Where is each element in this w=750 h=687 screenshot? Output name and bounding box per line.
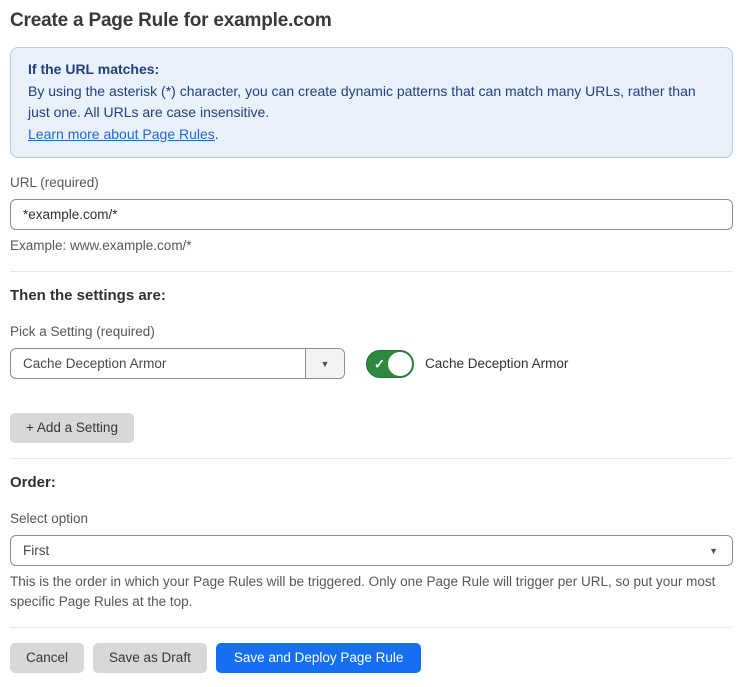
- chevron-down-icon: ▼: [321, 359, 330, 369]
- chevron-down-icon: ▼: [709, 536, 732, 565]
- setting-row: Cache Deception Armor ▼ ✓ Cache Deceptio…: [10, 348, 733, 379]
- divider: [10, 627, 733, 628]
- order-select-label: Select option: [10, 510, 733, 527]
- divider: [10, 271, 733, 272]
- page-title: Create a Page Rule for example.com: [10, 10, 733, 32]
- info-box-link-line: Learn more about Page Rules.: [28, 124, 715, 146]
- order-helper-text: This is the order in which your Page Rul…: [10, 572, 733, 612]
- save-and-deploy-button[interactable]: Save and Deploy Page Rule: [216, 643, 422, 673]
- add-setting-button[interactable]: + Add a Setting: [10, 413, 134, 443]
- divider: [10, 458, 733, 459]
- url-input[interactable]: [10, 199, 733, 230]
- url-field-label: URL (required): [10, 174, 733, 191]
- toggle-label: Cache Deception Armor: [425, 356, 568, 371]
- setting-toggle-group: ✓ Cache Deception Armor: [366, 350, 568, 378]
- toggle-knob: [388, 352, 412, 376]
- url-match-info-box: If the URL matches: By using the asteris…: [10, 47, 733, 158]
- setting-dropdown-button[interactable]: ▼: [305, 349, 344, 378]
- footer-actions: Cancel Save as Draft Save and Deploy Pag…: [10, 643, 733, 673]
- link-period: .: [215, 126, 219, 142]
- check-icon: ✓: [374, 357, 385, 370]
- url-example-helper: Example: www.example.com/*: [10, 236, 733, 256]
- info-box-body: By using the asterisk (*) character, you…: [28, 81, 715, 124]
- setting-dropdown-value: Cache Deception Armor: [11, 349, 305, 378]
- settings-section-heading: Then the settings are:: [10, 287, 733, 304]
- learn-more-link[interactable]: Learn more about Page Rules: [28, 126, 215, 142]
- order-dropdown[interactable]: First ▼: [10, 535, 733, 566]
- save-as-draft-button[interactable]: Save as Draft: [93, 643, 207, 673]
- page-rule-form: Create a Page Rule for example.com If th…: [0, 0, 750, 687]
- cancel-button[interactable]: Cancel: [10, 643, 84, 673]
- pick-setting-label: Pick a Setting (required): [10, 323, 733, 340]
- order-dropdown-value: First: [11, 536, 709, 565]
- cache-deception-armor-toggle[interactable]: ✓: [366, 350, 414, 378]
- info-box-heading: If the URL matches:: [28, 59, 715, 81]
- setting-dropdown[interactable]: Cache Deception Armor ▼: [10, 348, 345, 379]
- order-section-heading: Order:: [10, 474, 733, 491]
